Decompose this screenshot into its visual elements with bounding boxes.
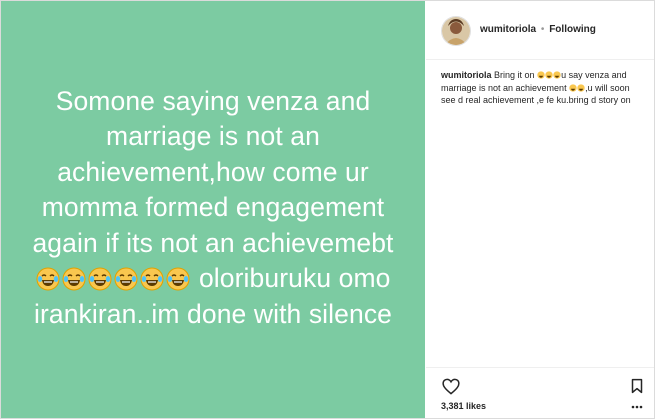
caption-username-link[interactable]: wumitoriola — [441, 70, 492, 80]
post-text-line-6: oloriburuku omo — [8, 261, 418, 297]
post-frame: Somone saying venza and marriage is not … — [0, 0, 655, 419]
post-actions: 3,381 likes — [426, 367, 654, 418]
post-text-line-6-text: oloriburuku omo — [198, 263, 391, 294]
post-text-line-1: Somone saying venza and — [55, 85, 371, 116]
post-text-line-5: again if its not an achievemebt — [32, 227, 394, 258]
face-with-tears-of-joy-icon — [88, 267, 111, 291]
caption-text-1: Bring it on — [494, 70, 535, 80]
more-options-icon[interactable] — [631, 404, 643, 410]
face-with-tears-of-joy-icon — [62, 267, 85, 291]
face-with-tears-of-joy-icon — [577, 83, 585, 92]
post-image-text: Somone saying venza and marriage is not … — [8, 84, 418, 333]
bookmark-icon[interactable] — [631, 378, 643, 394]
heart-icon[interactable] — [442, 378, 460, 395]
following-button[interactable]: Following — [549, 24, 596, 35]
face-with-tears-of-joy-icon — [140, 267, 163, 291]
post-text-line-4: momma formed engagement — [41, 192, 385, 223]
post-header: wumitoriola • Following — [426, 1, 654, 60]
face-with-tears-of-joy-icon — [545, 71, 553, 79]
avatar[interactable] — [441, 16, 471, 46]
post-text-line-2: marriage is not an — [106, 121, 320, 152]
emoji-row — [36, 263, 199, 293]
post-caption: wumitoriola Bring it on u say venza and … — [441, 69, 646, 107]
header-separator: • — [540, 24, 545, 35]
face-with-tears-of-joy-icon — [114, 267, 137, 291]
post-text-line-7: irankiran..im done with silence — [33, 298, 393, 329]
post-text-line-3: achievement,how come ur — [57, 156, 369, 187]
face-with-tears-of-joy-icon — [537, 71, 545, 79]
header-username-link[interactable]: wumitoriola — [480, 24, 536, 35]
likes-count[interactable]: 3,381 likes — [441, 401, 486, 411]
post-image[interactable]: Somone saying venza and marriage is not … — [1, 1, 425, 418]
face-with-tears-of-joy-icon — [569, 83, 577, 92]
face-with-tears-of-joy-icon — [553, 71, 561, 79]
face-with-tears-of-joy-icon — [166, 267, 189, 291]
face-with-tears-of-joy-icon — [36, 267, 59, 291]
avatar-image — [442, 17, 470, 45]
post-sidebar: wumitoriola • Following wumitoriola Brin… — [426, 1, 654, 418]
header-text: wumitoriola • Following — [480, 24, 596, 35]
